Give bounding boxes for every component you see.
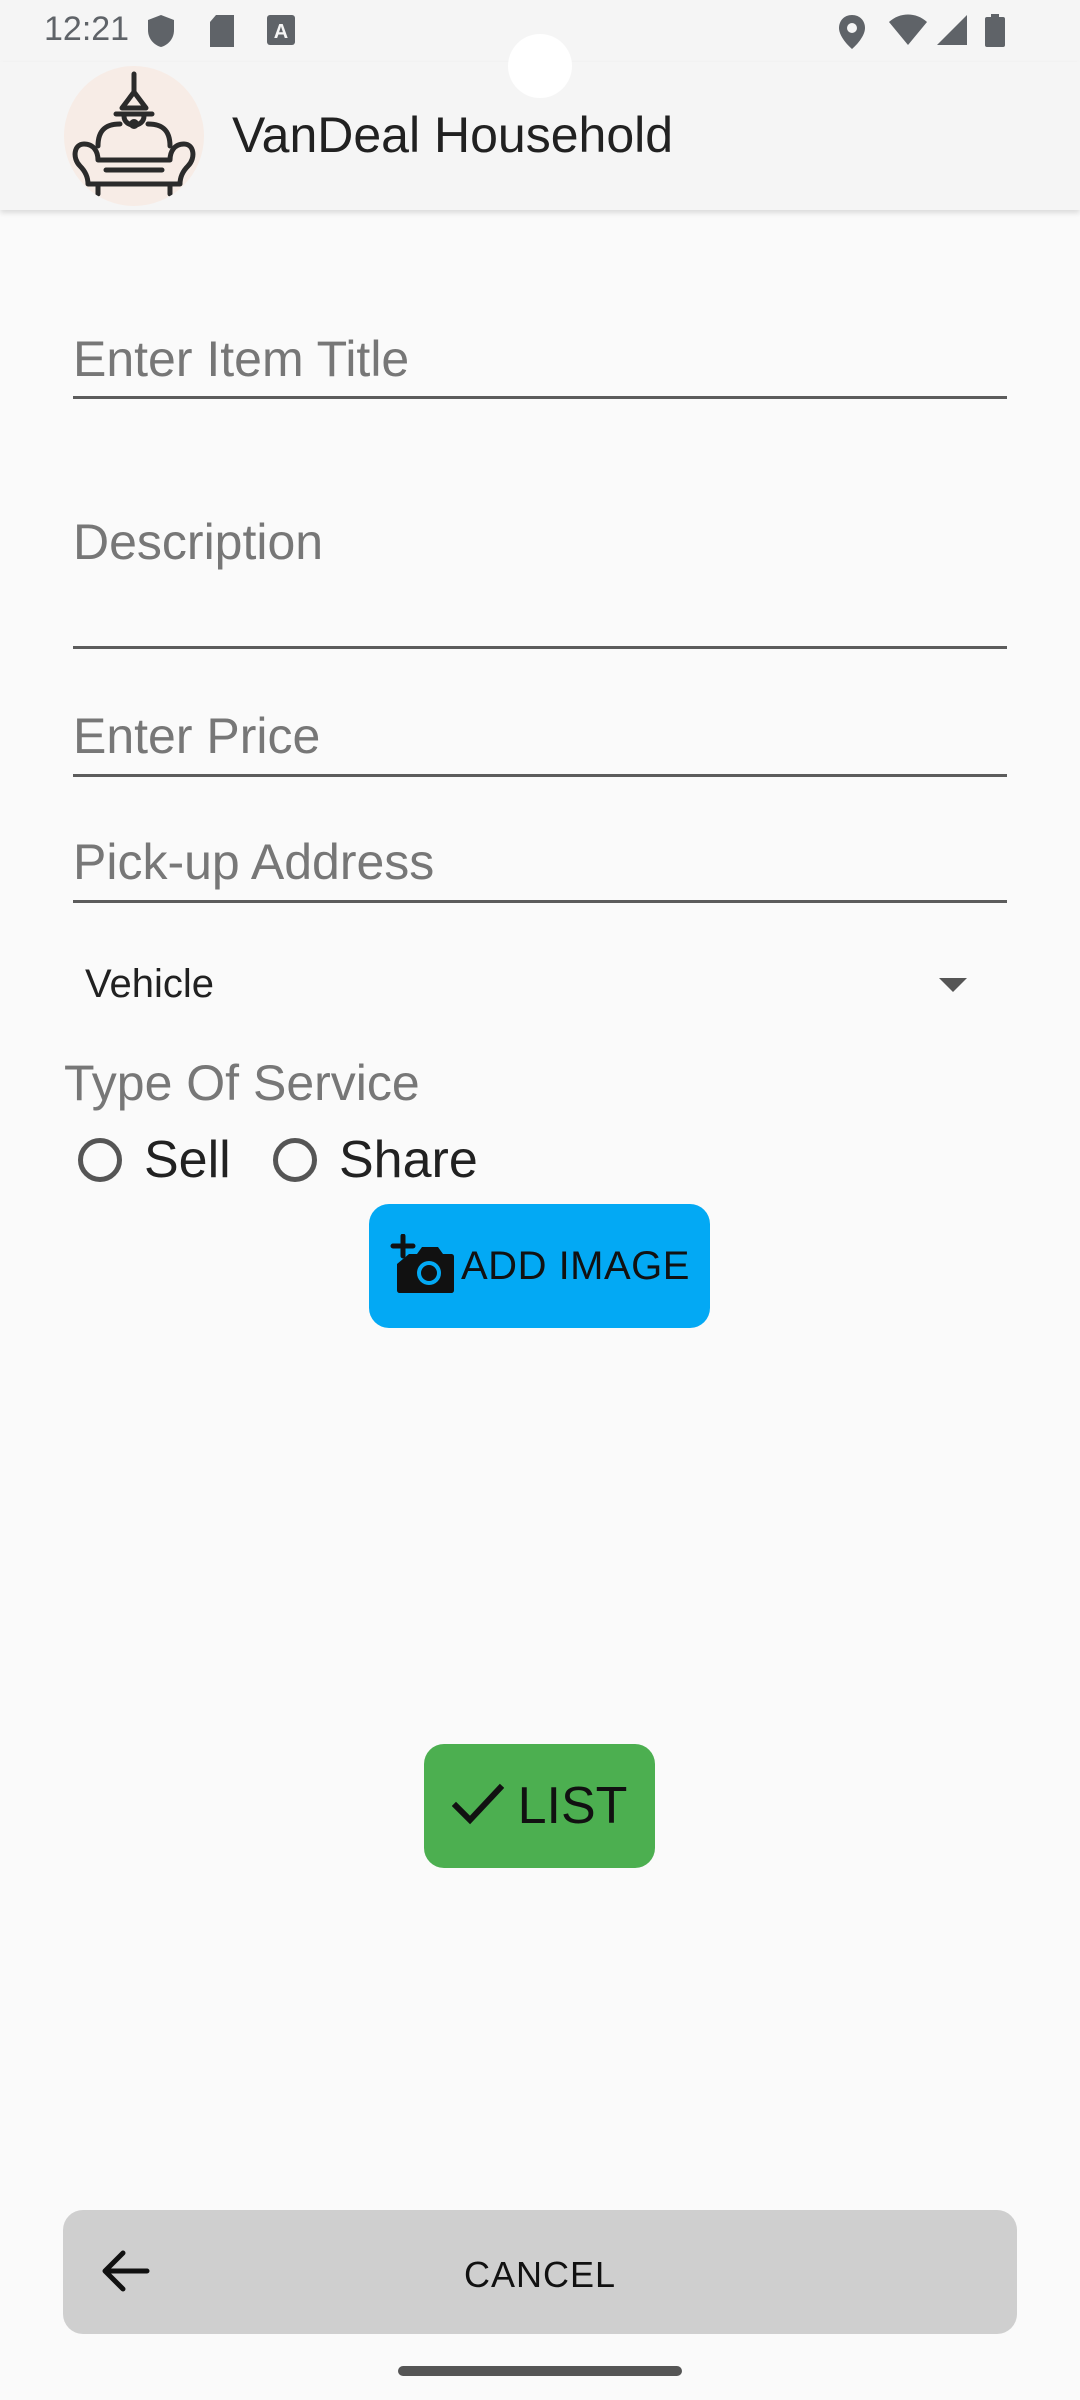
dropdown-arrow-icon bbox=[939, 978, 967, 992]
category-selected-value: Vehicle bbox=[85, 962, 214, 1006]
add-a-photo-icon bbox=[389, 1233, 455, 1299]
camera-cutout bbox=[508, 34, 572, 98]
item-title-field bbox=[73, 326, 1007, 399]
status-time: 12:21 bbox=[44, 10, 130, 48]
signal-icon bbox=[936, 14, 968, 51]
price-input[interactable] bbox=[73, 702, 1007, 770]
check-icon bbox=[451, 1782, 504, 1831]
shield-icon bbox=[146, 14, 176, 53]
cancel-label: CANCEL bbox=[463, 2254, 617, 2295]
radio-circle-icon bbox=[273, 1138, 317, 1182]
pickup-address-input[interactable] bbox=[73, 828, 1007, 896]
list-label: LIST bbox=[517, 1777, 628, 1835]
pickup-address-field bbox=[73, 828, 1007, 903]
home-indicator[interactable] bbox=[398, 2366, 682, 2376]
description-field bbox=[73, 512, 1007, 649]
battery-icon bbox=[984, 14, 1006, 53]
description-input[interactable] bbox=[73, 512, 1007, 622]
radio-share[interactable]: Share bbox=[273, 1130, 478, 1190]
radio-sell[interactable]: Sell bbox=[78, 1130, 231, 1190]
category-dropdown[interactable]: Vehicle bbox=[73, 952, 1007, 1022]
app-logo bbox=[64, 66, 204, 206]
svg-text:A: A bbox=[274, 21, 288, 43]
text-a-icon: A bbox=[266, 14, 296, 51]
item-title-input[interactable] bbox=[73, 326, 1007, 392]
radio-share-label: Share bbox=[339, 1131, 478, 1189]
radio-circle-icon bbox=[78, 1138, 122, 1182]
radio-sell-label: Sell bbox=[144, 1131, 231, 1189]
wifi-icon bbox=[888, 14, 928, 51]
app-title: VanDeal Household bbox=[232, 107, 674, 163]
add-image-button[interactable]: ADD IMAGE bbox=[369, 1204, 710, 1328]
price-field bbox=[73, 702, 1007, 777]
cancel-button[interactable]: CANCEL bbox=[63, 2210, 1017, 2334]
location-icon bbox=[838, 14, 866, 55]
sd-card-icon bbox=[208, 14, 236, 53]
add-image-label: ADD IMAGE bbox=[461, 1243, 690, 1288]
service-type-label: Type Of Service bbox=[64, 1055, 420, 1111]
list-button[interactable]: LIST bbox=[424, 1744, 655, 1868]
